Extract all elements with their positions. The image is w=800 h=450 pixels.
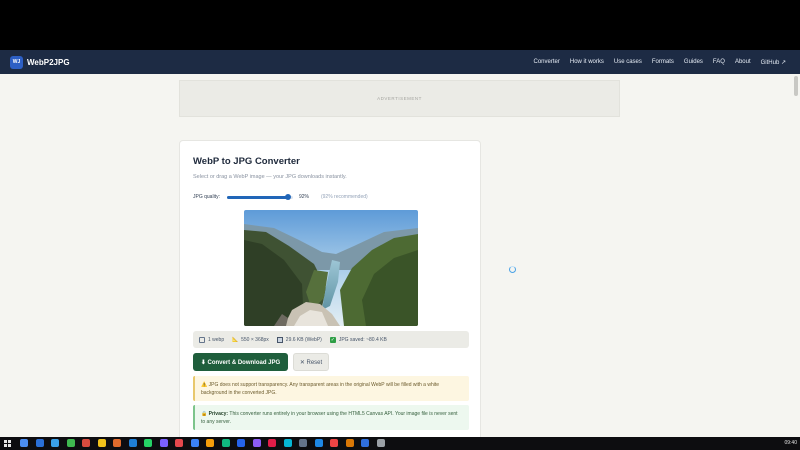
image-dimensions: 550 × 368px: [241, 336, 269, 343]
page-scrollbar[interactable]: [794, 76, 798, 96]
advertisement-label: ADVERTISEMENT: [377, 96, 422, 101]
taskbar-app-icon[interactable]: [299, 439, 307, 447]
taskbar-app-icon[interactable]: [82, 439, 90, 447]
file-size: 29.6 KB (WebP): [285, 336, 322, 343]
taskbar-app-icon[interactable]: [175, 439, 183, 447]
taskbar-app-icon[interactable]: [128, 439, 137, 447]
size-item: 29.6 KB (WebP): [276, 336, 322, 343]
taskbar-app-icon[interactable]: [252, 439, 261, 447]
landscape-image: [244, 210, 418, 326]
nav-link-faq[interactable]: FAQ: [713, 59, 725, 65]
taskbar-clock: 09:40: [784, 440, 797, 446]
converter-title: WebP to JPG Converter: [193, 156, 300, 167]
nav-links: Converter How it works Use cases Formats…: [524, 50, 786, 74]
taskbar-app-icon[interactable]: [113, 439, 121, 447]
nav-link-converter[interactable]: Converter: [534, 59, 560, 65]
taskbar-app-icon[interactable]: [237, 439, 245, 447]
advertisement-slot: ADVERTISEMENT: [179, 80, 620, 117]
quality-slider[interactable]: [226, 193, 293, 200]
transparency-warning: ⚠️ JPG does not support transparency. An…: [193, 376, 469, 401]
taskbar-app-icon[interactable]: [206, 439, 214, 447]
file-count: 1 webp: [208, 336, 225, 343]
taskbar-app-icon[interactable]: [314, 439, 323, 447]
nav-link-how-it-works[interactable]: How it works: [570, 59, 604, 65]
taskbar-app-icon[interactable]: [268, 439, 276, 447]
converter-card: WebP to JPG Converter Select or drag a W…: [179, 140, 481, 437]
quality-label: JPG quality:: [193, 194, 220, 200]
quality-control: JPG quality: 92% (92% recommended): [193, 193, 368, 201]
reset-button[interactable]: ✕ Reset: [293, 353, 329, 371]
taskbar-app-icon[interactable]: [361, 439, 369, 447]
taskbar-app-icon[interactable]: [283, 439, 292, 447]
action-buttons: ⬇ Convert & Download JPG ✕ Reset: [193, 353, 329, 371]
taskbar-app-icon[interactable]: [330, 439, 338, 447]
quality-slider-thumb[interactable]: [284, 193, 291, 200]
taskbar-app-icon[interactable]: [66, 439, 75, 447]
quality-note: (92% recommended): [320, 194, 368, 200]
converter-subtitle: Select or drag a WebP image — your JPG d…: [193, 174, 347, 180]
disk-icon: [276, 336, 283, 343]
image-preview: [244, 210, 418, 326]
site-navbar: WJ WebP2JPG Converter How it works Use c…: [0, 50, 800, 74]
nav-link-about[interactable]: About: [735, 59, 751, 65]
taskbar-app-icon[interactable]: [144, 439, 152, 447]
taskbar-app-icon[interactable]: [376, 439, 385, 447]
taskbar-app-icon[interactable]: [35, 439, 44, 447]
taskbar-app-icon[interactable]: [51, 439, 59, 447]
privacy-text: This converter runs entirely in your bro…: [201, 411, 458, 425]
taskbar-app-icon[interactable]: [190, 439, 199, 447]
page-content: ADVERTISEMENT WebP to JPG Converter Sele…: [0, 74, 800, 437]
file-info-bar: 1 webp 📐 550 × 368px 29.6 KB (WebP) ✓ JP…: [193, 331, 469, 348]
quality-value: 92%: [298, 194, 309, 200]
windows-start-icon[interactable]: [4, 440, 11, 447]
saved-item: ✓ JPG saved: ~80.4 KB: [329, 336, 387, 343]
nav-link-formats[interactable]: Formats: [652, 59, 674, 65]
taskbar-app-icon[interactable]: [221, 439, 230, 447]
check-icon: ✓: [329, 336, 336, 343]
nav-link-use-cases[interactable]: Use cases: [614, 59, 642, 65]
nav-link-guides[interactable]: Guides: [684, 59, 703, 65]
brand-name: WebP2JPG: [27, 57, 70, 67]
file-icon: [199, 336, 205, 343]
file-count-item: 1 webp: [199, 336, 225, 343]
privacy-notice: 🔒 Privacy: This converter runs entirely …: [193, 405, 469, 430]
nav-link-github[interactable]: GitHub ↗: [761, 59, 786, 66]
taskbar-app-icon[interactable]: [97, 439, 106, 447]
os-taskbar: 09:40: [0, 437, 800, 450]
loading-spinner-icon: [509, 266, 516, 273]
dimensions-item: 📐 550 × 368px: [232, 337, 269, 343]
ruler-icon: 📐: [232, 336, 239, 343]
convert-download-button[interactable]: ⬇ Convert & Download JPG: [193, 353, 288, 371]
jpg-saved: JPG saved: ~80.4 KB: [338, 336, 387, 343]
lock-icon: 🔒: [201, 411, 208, 417]
brand-logo-icon: WJ: [10, 55, 23, 69]
taskbar-app-icon[interactable]: [20, 439, 28, 447]
taskbar-app-icon[interactable]: [159, 439, 168, 447]
screen-top-bar: [0, 0, 800, 50]
quality-slider-fill: [226, 195, 288, 199]
brand[interactable]: WJ WebP2JPG: [10, 55, 70, 69]
taskbar-app-icon[interactable]: [345, 439, 354, 447]
privacy-title: Privacy:: [208, 411, 229, 417]
